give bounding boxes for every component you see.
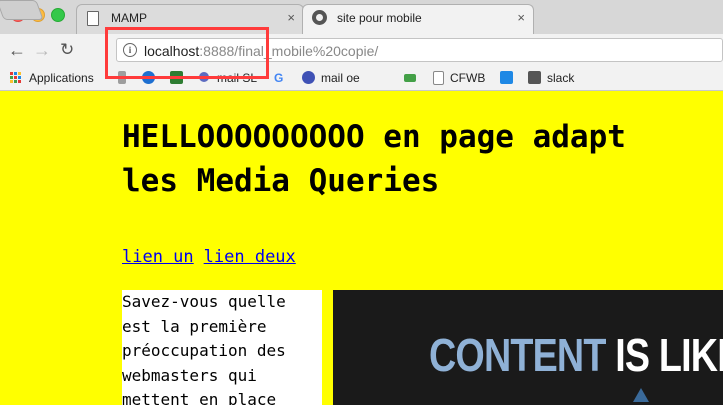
nav-links: lien un lien deux [122, 247, 306, 267]
github-icon [312, 10, 327, 25]
content-banner-image: CONTENT IS LIKE W [333, 290, 723, 405]
google-icon[interactable]: G [274, 71, 283, 85]
slack-icon [528, 71, 541, 84]
article-line: préoccupation des [122, 341, 286, 360]
banner-text: CONTENT IS LIKE W [429, 328, 723, 382]
document-icon [433, 71, 444, 85]
forward-button[interactable]: → [33, 40, 51, 60]
tab-close-button[interactable]: × [517, 10, 525, 25]
heading-line: HELLOOOOOOOOO en page adapt [122, 119, 626, 155]
web-page: HELLOOOOOOOOO en page adapt les Media Qu… [0, 91, 723, 405]
bookmark-slack[interactable]: slack [547, 71, 574, 85]
mail-icon [302, 71, 315, 84]
banner-triangle-shape [633, 388, 649, 402]
article-line: Savez-vous quelle [122, 292, 286, 311]
page-heading: HELLOOOOOOOOO en page adapt les Media Qu… [122, 115, 723, 203]
article-line: webmasters qui [122, 365, 257, 385]
tab-site-pour-mobile[interactable]: site pour mobile × [302, 4, 534, 34]
new-tab-button[interactable] [0, 0, 44, 20]
reload-button[interactable]: ↻ [60, 40, 74, 60]
zoom-window-button[interactable] [51, 8, 65, 22]
annotation-highlight-box [105, 27, 269, 79]
tab-close-button[interactable]: × [287, 10, 295, 25]
back-button[interactable]: ← [8, 40, 26, 60]
article-line: mettent en place [122, 390, 277, 405]
bookmark-applications[interactable]: Applications [29, 71, 94, 85]
link-lien-deux[interactable]: lien deux [204, 247, 296, 267]
article-text: Savez-vous quelle est la première préocc… [122, 290, 322, 405]
apps-grid-icon[interactable] [10, 72, 22, 84]
article-line: est la première [122, 316, 267, 336]
banner-word: IS LIKE W [615, 329, 723, 381]
tab-title: site pour mobile [337, 11, 422, 25]
link-lien-un[interactable]: lien un [122, 247, 194, 267]
bookmark-cfwb[interactable]: CFWB [450, 71, 485, 85]
heading-line: les Media Queries [122, 163, 440, 199]
send-icon[interactable] [404, 74, 416, 82]
banner-word: CONTENT [429, 329, 606, 381]
amazon-icon[interactable] [500, 71, 513, 84]
tab-title: MAMP [111, 11, 147, 25]
bookmark-mail-oe[interactable]: mail oe [321, 71, 360, 85]
document-icon [87, 11, 99, 26]
